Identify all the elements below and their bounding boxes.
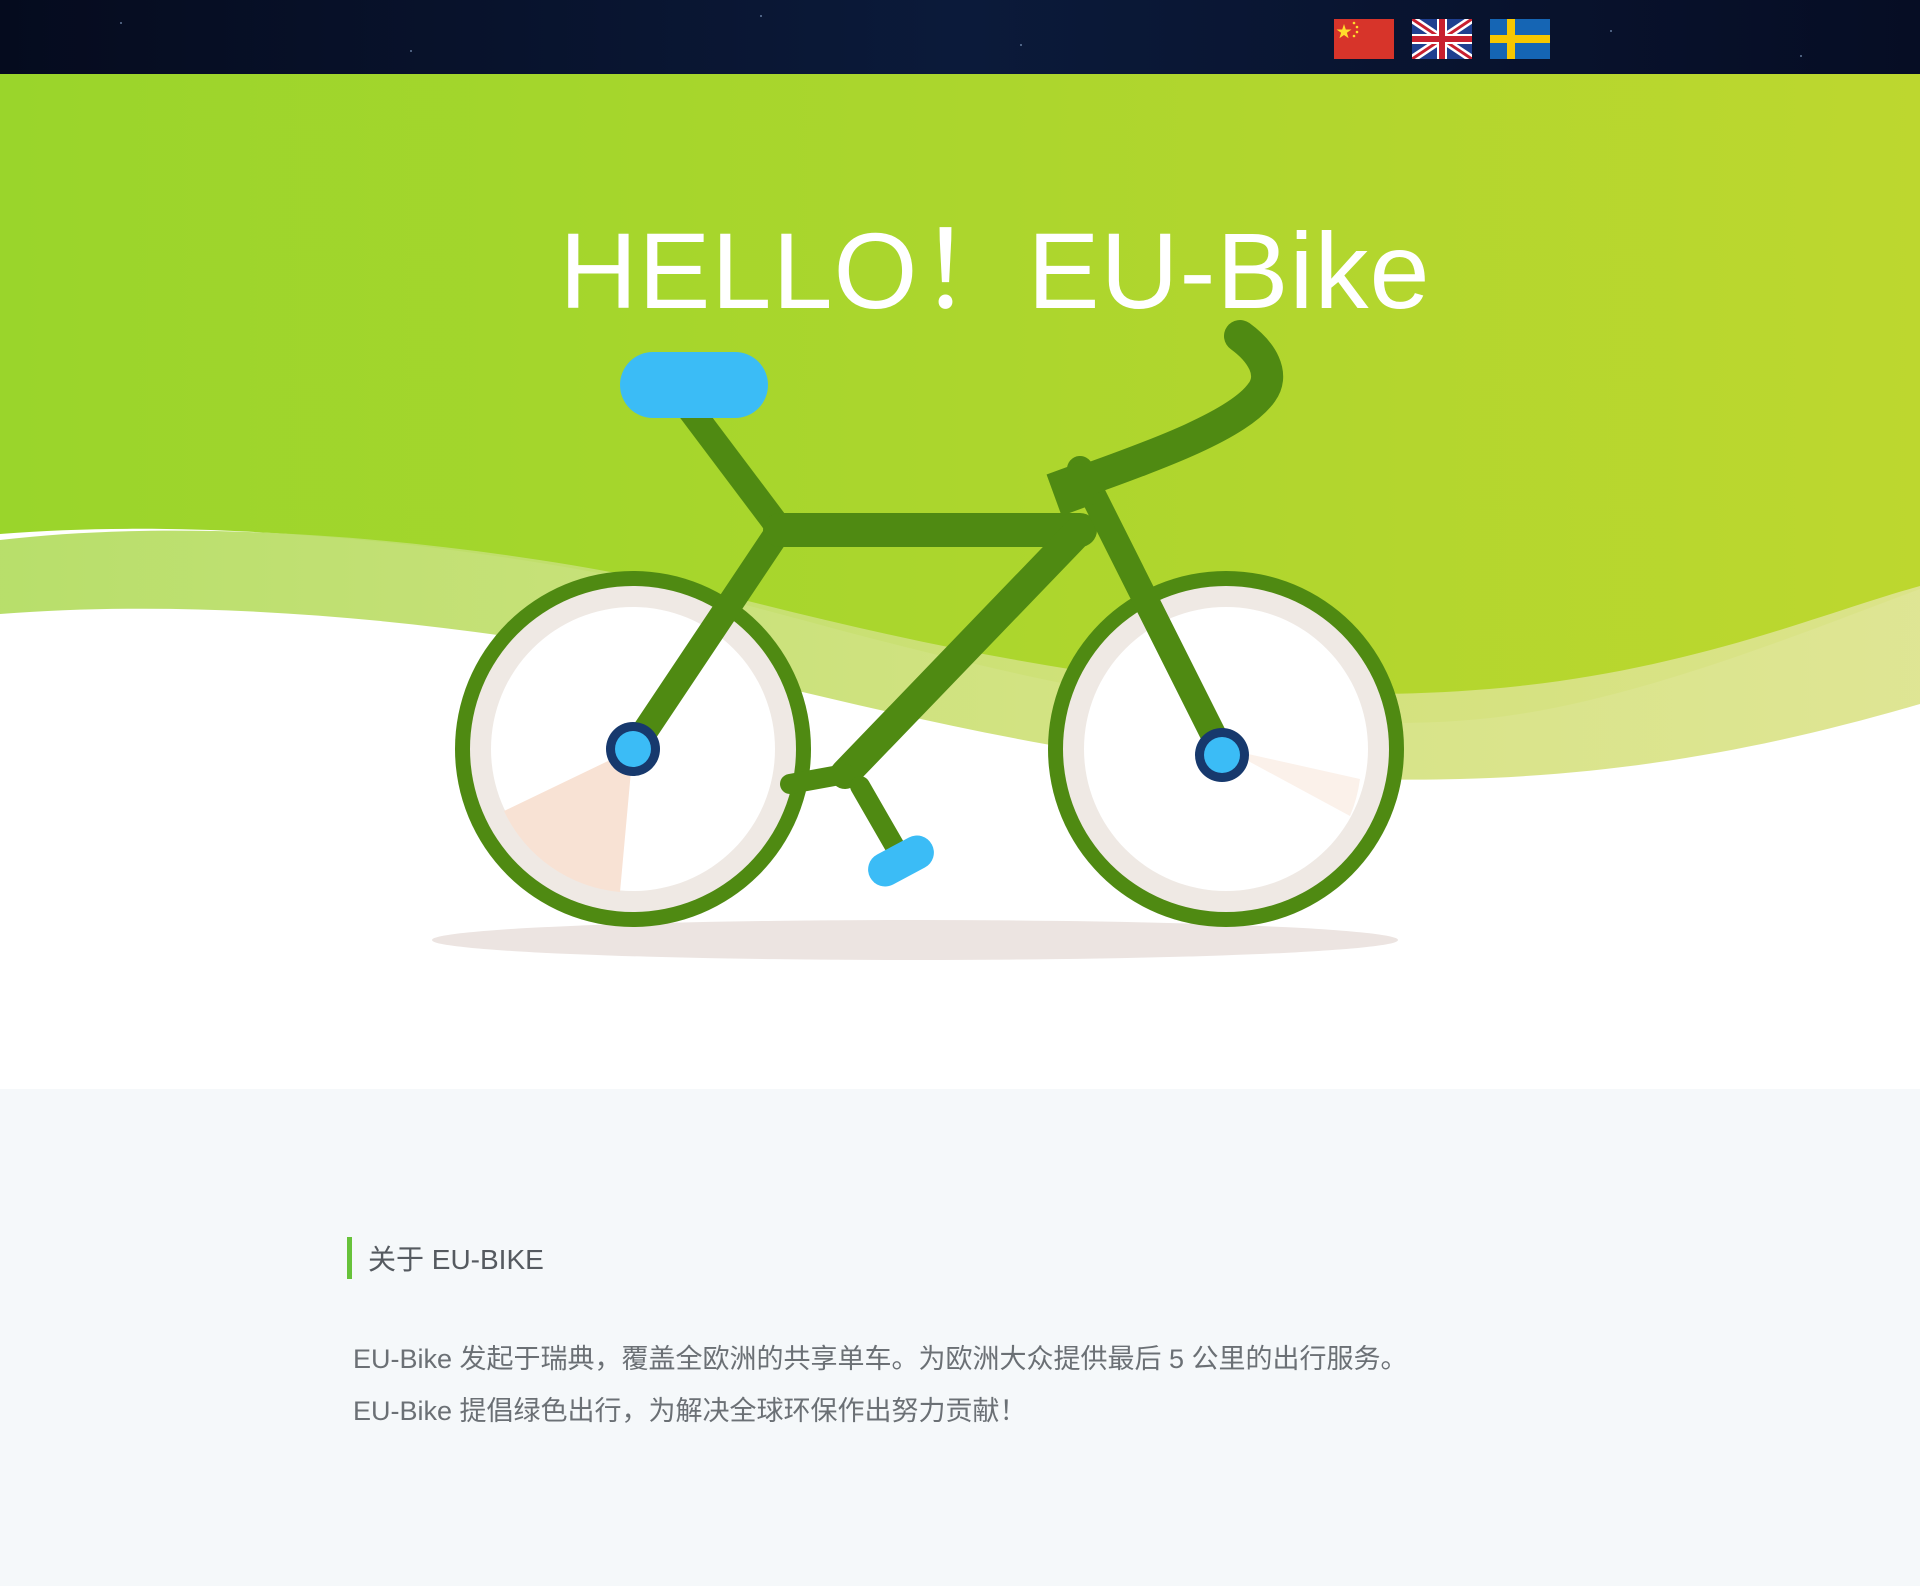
hero-section: HELLO！EU-Bike (0, 74, 1920, 1089)
about-section: 关于 EU-BIKE EU-Bike 发起于瑞典，覆盖全欧洲的共享单车。为欧洲大… (0, 1089, 1920, 1586)
top-bar (0, 0, 1920, 74)
china-flag-icon[interactable] (1334, 19, 1394, 59)
about-paragraph: EU-Bike 发起于瑞典，覆盖全欧洲的共享单车。为欧洲大众提供最后 5 公里的… (353, 1344, 1408, 1374)
uk-flag-icon[interactable] (1412, 19, 1472, 59)
language-switcher (1334, 19, 1550, 59)
sweden-flag-icon[interactable] (1490, 19, 1550, 59)
about-description: EU-Bike 发起于瑞典，覆盖全欧洲的共享单车。为欧洲大众提供最后 5 公里的… (353, 1333, 1653, 1437)
heading-accent-bar (347, 1237, 352, 1279)
bicycle-illustration (432, 320, 1404, 960)
about-heading: 关于 EU-BIKE (347, 1236, 544, 1280)
about-paragraph: EU-Bike 提倡绿色出行，为解决全球环保作出努力贡献！ (353, 1396, 1027, 1426)
about-title: 关于 EU-BIKE (368, 1244, 544, 1275)
